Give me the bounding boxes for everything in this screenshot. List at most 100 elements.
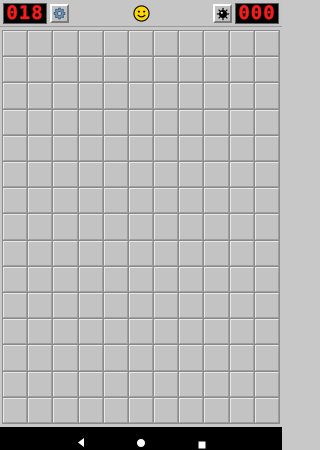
board-cell[interactable] <box>179 240 204 266</box>
board-cell[interactable] <box>78 371 103 397</box>
board-cell[interactable] <box>229 345 254 371</box>
board-cell[interactable] <box>78 214 103 240</box>
board-cell[interactable] <box>3 397 28 423</box>
board-cell[interactable] <box>103 240 128 266</box>
board-cell[interactable] <box>28 162 53 188</box>
board-cell[interactable] <box>204 31 229 57</box>
board-cell[interactable] <box>3 57 28 83</box>
board-cell[interactable] <box>103 162 128 188</box>
new-game-button[interactable] <box>132 4 151 23</box>
board-cell[interactable] <box>229 266 254 292</box>
board-cell[interactable] <box>154 293 179 319</box>
board-cell[interactable] <box>28 109 53 135</box>
board-cell[interactable] <box>128 293 154 319</box>
board-cell[interactable] <box>128 31 154 57</box>
board-cell[interactable] <box>128 135 154 161</box>
board-cell[interactable] <box>204 319 229 345</box>
board-cell[interactable] <box>3 188 28 214</box>
board-cell[interactable] <box>3 371 28 397</box>
board-cell[interactable] <box>204 240 229 266</box>
board-cell[interactable] <box>103 188 128 214</box>
board-cell[interactable] <box>103 397 128 423</box>
board-cell[interactable] <box>229 83 254 109</box>
board-cell[interactable] <box>154 214 179 240</box>
board-cell[interactable] <box>78 57 103 83</box>
board-cell[interactable] <box>28 240 53 266</box>
board-cell[interactable] <box>128 109 154 135</box>
board-cell[interactable] <box>204 57 229 83</box>
board-cell[interactable] <box>53 109 78 135</box>
board-cell[interactable] <box>78 345 103 371</box>
board-cell[interactable] <box>128 397 154 423</box>
board-cell[interactable] <box>229 109 254 135</box>
board-cell[interactable] <box>204 293 229 319</box>
board-cell[interactable] <box>128 162 154 188</box>
board-cell[interactable] <box>53 345 78 371</box>
board-cell[interactable] <box>204 214 229 240</box>
board-cell[interactable] <box>254 83 279 109</box>
board-cell[interactable] <box>78 240 103 266</box>
board-cell[interactable] <box>103 214 128 240</box>
board-cell[interactable] <box>229 135 254 161</box>
mine-mode-button[interactable] <box>213 4 232 23</box>
board-cell[interactable] <box>103 345 128 371</box>
board-cell[interactable] <box>103 83 128 109</box>
board-cell[interactable] <box>254 57 279 83</box>
board-cell[interactable] <box>179 31 204 57</box>
board-cell[interactable] <box>179 162 204 188</box>
board-cell[interactable] <box>204 371 229 397</box>
recents-button[interactable] <box>198 434 206 450</box>
board-cell[interactable] <box>28 57 53 83</box>
board-cell[interactable] <box>78 135 103 161</box>
board-cell[interactable] <box>103 135 128 161</box>
board-cell[interactable] <box>254 135 279 161</box>
board-cell[interactable] <box>179 397 204 423</box>
board-cell[interactable] <box>103 266 128 292</box>
board-cell[interactable] <box>128 319 154 345</box>
board-cell[interactable] <box>179 319 204 345</box>
board-cell[interactable] <box>28 319 53 345</box>
board-cell[interactable] <box>179 57 204 83</box>
board-cell[interactable] <box>154 31 179 57</box>
board-cell[interactable] <box>229 31 254 57</box>
board-cell[interactable] <box>254 397 279 423</box>
board-cell[interactable] <box>28 214 53 240</box>
board-cell[interactable] <box>154 57 179 83</box>
board-cell[interactable] <box>128 83 154 109</box>
board-cell[interactable] <box>179 214 204 240</box>
board-cell[interactable] <box>229 397 254 423</box>
board-cell[interactable] <box>204 135 229 161</box>
board-cell[interactable] <box>28 397 53 423</box>
board-cell[interactable] <box>78 188 103 214</box>
board-cell[interactable] <box>154 345 179 371</box>
board-cell[interactable] <box>254 266 279 292</box>
board-cell[interactable] <box>204 188 229 214</box>
board-cell[interactable] <box>204 83 229 109</box>
board-cell[interactable] <box>3 293 28 319</box>
board-cell[interactable] <box>154 371 179 397</box>
board-cell[interactable] <box>229 57 254 83</box>
board-cell[interactable] <box>229 162 254 188</box>
board-cell[interactable] <box>3 162 28 188</box>
board-cell[interactable] <box>179 345 204 371</box>
board-cell[interactable] <box>28 83 53 109</box>
board-cell[interactable] <box>78 83 103 109</box>
board-cell[interactable] <box>154 188 179 214</box>
board-cell[interactable] <box>254 162 279 188</box>
home-button[interactable] <box>136 433 146 450</box>
board-cell[interactable] <box>53 266 78 292</box>
board-cell[interactable] <box>128 214 154 240</box>
board-cell[interactable] <box>204 162 229 188</box>
board-cell[interactable] <box>128 266 154 292</box>
board-cell[interactable] <box>3 214 28 240</box>
board-cell[interactable] <box>103 109 128 135</box>
board-cell[interactable] <box>154 319 179 345</box>
board-cell[interactable] <box>128 240 154 266</box>
board-cell[interactable] <box>28 293 53 319</box>
board-cell[interactable] <box>3 345 28 371</box>
board-cell[interactable] <box>53 83 78 109</box>
board-cell[interactable] <box>53 240 78 266</box>
board-cell[interactable] <box>103 293 128 319</box>
board-cell[interactable] <box>3 240 28 266</box>
board-cell[interactable] <box>179 371 204 397</box>
